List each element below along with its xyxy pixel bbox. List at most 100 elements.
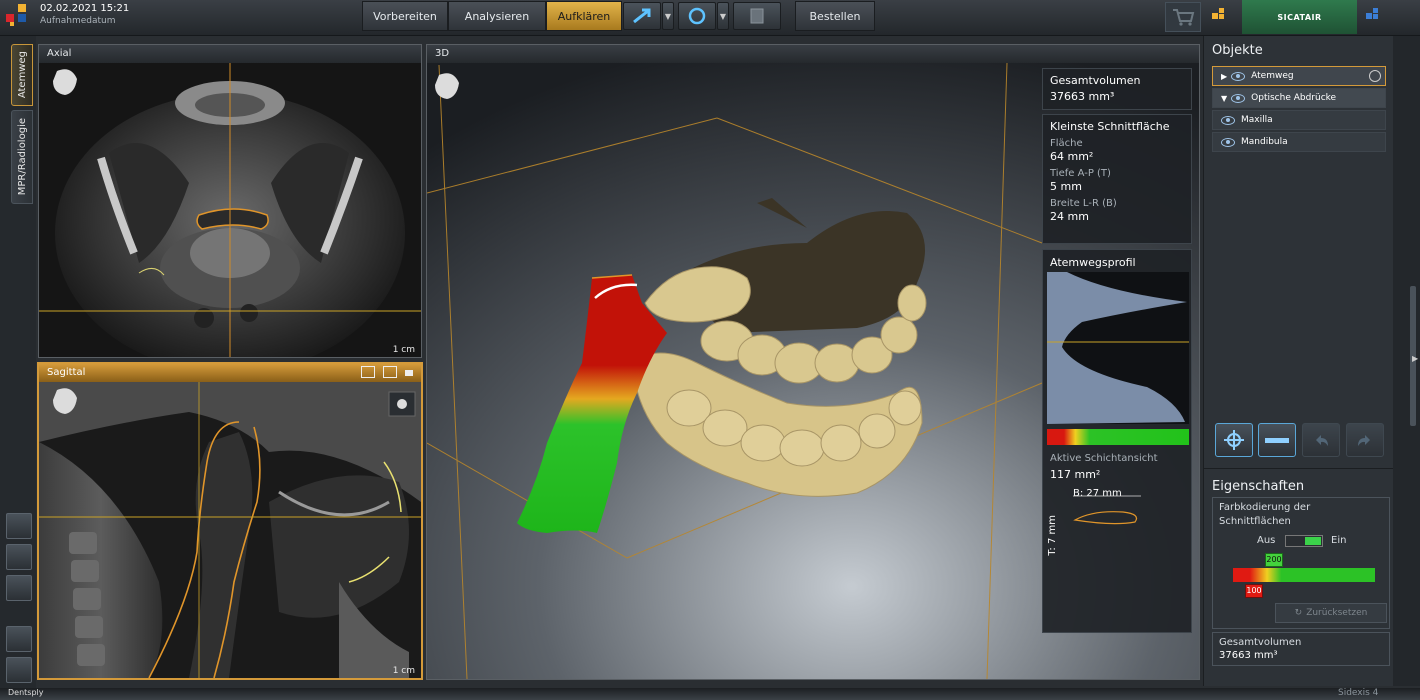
airway-profile-box: Atemwegsprofil Aktive Schichtansicht 117… <box>1042 249 1192 633</box>
eye-icon[interactable] <box>1221 115 1235 125</box>
depth-label: Tiefe A-P (T) <box>1050 168 1111 179</box>
sagittal-image <box>39 382 421 678</box>
area-value: 64 mm² <box>1050 150 1094 163</box>
top-toolbar: 02.02.2021 15:21 Aufnahmedatum Vorbereit… <box>0 0 1420 36</box>
properties-total-volume-value: 37663 mm³ <box>1219 650 1278 661</box>
gear-icon[interactable] <box>1369 70 1381 82</box>
eye-icon[interactable] <box>1231 71 1246 81</box>
chevron-down-icon: ▼ <box>719 11 727 21</box>
arrow-tool-button[interactable] <box>623 2 661 30</box>
cart-icon <box>1173 9 1195 26</box>
export-tool-button[interactable] <box>6 544 32 570</box>
redo-button[interactable] <box>1346 423 1384 457</box>
object-airway[interactable]: ▶ Atemweg <box>1212 66 1386 86</box>
step-order[interactable]: Bestellen <box>795 1 875 31</box>
app-logo-icon <box>6 4 34 30</box>
sagittal-view[interactable]: Sagittal 1 cm <box>37 362 423 680</box>
active-layer-label: Aktive Schichtansicht <box>1050 453 1158 464</box>
product-label: Sidexis 4 <box>1338 688 1379 698</box>
axial-view[interactable]: Axial 1 cm <box>38 44 422 358</box>
refresh-icon: ↻ <box>1294 608 1303 618</box>
step-prepare[interactable]: Vorbereiten <box>362 1 448 31</box>
arrow-icon <box>633 8 651 24</box>
axial-view-title: Axial <box>39 45 421 63</box>
crosshair-tool-button[interactable] <box>6 626 32 652</box>
maximize-icon[interactable] <box>405 370 413 376</box>
toggle-knob <box>1305 537 1321 545</box>
eye-icon[interactable] <box>1231 93 1246 103</box>
acquisition-date: 02.02.2021 15:21 <box>40 3 130 14</box>
total-volume-label: Gesamtvolumen <box>1050 74 1141 87</box>
object-maxilla[interactable]: Maxilla <box>1212 110 1386 130</box>
step-explain[interactable]: Aufklären <box>546 1 622 31</box>
chevron-down-icon: ▼ <box>664 11 672 21</box>
smallest-section-box: Kleinste Schnittfläche Fläche 64 mm² Tie… <box>1042 114 1192 244</box>
axial-image <box>39 63 421 357</box>
depth-value: 5 mm <box>1050 180 1082 193</box>
shopping-cart-button[interactable] <box>1165 2 1201 32</box>
sicat-air-tab[interactable]: SICATAIR <box>1242 0 1357 34</box>
object-mandibula-label: Mandibula <box>1241 137 1288 147</box>
circle-icon <box>688 7 706 25</box>
sagittal-scale-label: 1 cm <box>392 666 415 676</box>
properties-total-volume-label: Gesamtvolumen <box>1219 637 1302 648</box>
undo-button[interactable] <box>1302 423 1340 457</box>
step-analyze[interactable]: Analysieren <box>448 1 546 31</box>
off-label: Aus <box>1257 535 1276 546</box>
expand-icon[interactable]: ▶ <box>1221 72 1227 81</box>
sagittal-toolbar <box>361 366 413 378</box>
crosshair-icon <box>1224 430 1244 450</box>
t-dimension-label: T: 7 mm <box>1047 515 1058 556</box>
properties-total-volume-box: Gesamtvolumen 37663 mm³ <box>1212 632 1390 666</box>
airway-profile-graph <box>1047 272 1189 424</box>
width-value: 24 mm <box>1050 210 1089 223</box>
tab-mpr-radiology[interactable]: MPR/Radiologie <box>11 110 33 204</box>
objects-title: Objekte <box>1212 43 1263 58</box>
redo-icon <box>1358 435 1370 446</box>
right-sidebar: Objekte ▶ Atemweg ▼ Optische Abdrücke Ma… <box>1203 36 1394 686</box>
right-scrollbar[interactable]: ▶ <box>1393 36 1420 686</box>
low-threshold-marker[interactable]: 100 <box>1245 584 1263 598</box>
circle-tool-dropdown[interactable]: ▼ <box>717 2 729 30</box>
module-icon[interactable] <box>1366 8 1382 24</box>
focus-button[interactable] <box>1215 423 1253 457</box>
arrow-tool-dropdown[interactable]: ▼ <box>662 2 674 30</box>
total-volume-box: Gesamtvolumen 37663 mm³ <box>1042 68 1192 110</box>
screenshot-tool-button[interactable] <box>6 513 32 539</box>
layout-tool-button[interactable] <box>6 575 32 601</box>
axial-scale-label: 1 cm <box>392 345 415 355</box>
company-label: Dentsply <box>8 688 44 697</box>
sicat-logo-icon <box>1212 8 1228 24</box>
object-mandibula[interactable]: Mandibula <box>1212 132 1386 152</box>
export-icon[interactable] <box>383 366 397 378</box>
eye-icon[interactable] <box>1221 137 1235 147</box>
reset-view-button[interactable] <box>6 657 32 683</box>
snapshot-icon[interactable] <box>361 366 375 378</box>
area-label: Fläche <box>1050 138 1083 149</box>
sicat-air-label: SICATAIR <box>1277 12 1322 22</box>
reset-button[interactable]: ↻ Zurücksetzen <box>1275 603 1387 623</box>
document-tool-button[interactable] <box>733 2 781 30</box>
object-optical-impressions[interactable]: ▼ Optische Abdrücke <box>1212 88 1386 108</box>
on-label: Ein <box>1331 535 1347 546</box>
tab-airway-label: Atemweg <box>16 51 28 99</box>
chevron-right-icon[interactable]: ▶ <box>1412 354 1418 363</box>
color-coding-box: Farbkodierung der Schnittflächen Aus Ein… <box>1212 497 1390 629</box>
threshold-scale <box>1233 568 1375 582</box>
color-coding-toggle[interactable] <box>1285 535 1323 547</box>
collapse-icon[interactable]: ▼ <box>1221 94 1227 103</box>
slice-button[interactable] <box>1258 423 1296 457</box>
3d-view-title: 3D <box>427 45 1199 63</box>
tab-airway[interactable]: Atemweg <box>11 44 33 106</box>
document-icon <box>750 8 764 24</box>
total-volume-value: 37663 mm³ <box>1050 90 1115 103</box>
status-bar: Dentsply Sidexis 4 <box>0 688 1420 700</box>
acquisition-date-label: Aufnahmedatum <box>40 16 116 26</box>
cross-section-shape <box>1073 495 1141 525</box>
object-airway-label: Atemweg <box>1251 71 1294 81</box>
app-window: 02.02.2021 15:21 Aufnahmedatum Vorbereit… <box>0 0 1420 700</box>
circle-tool-button[interactable] <box>678 2 716 30</box>
high-threshold-marker[interactable]: 200 <box>1265 553 1283 567</box>
undo-icon <box>1316 435 1328 446</box>
smallest-section-title: Kleinste Schnittfläche <box>1050 120 1170 133</box>
